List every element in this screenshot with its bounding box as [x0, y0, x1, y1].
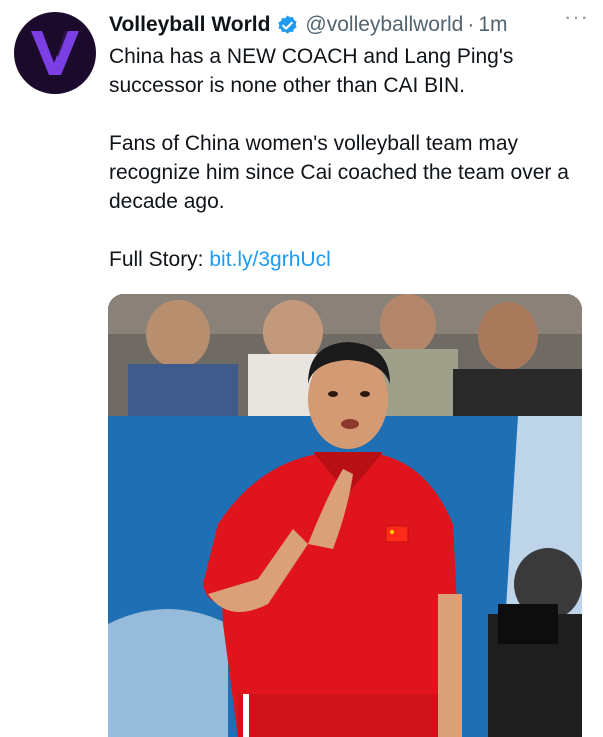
tweet-paragraph: Fans of China women's volleyball team ma…	[109, 132, 569, 213]
author-avatar[interactable]	[14, 12, 96, 94]
tweet-paragraph: China has a NEW COACH and Lang Ping's su…	[109, 45, 514, 97]
tweet-header: Volleyball World @volleyballworld · 1m	[109, 10, 594, 40]
full-story-line: Full Story: bit.ly/3grhUcl	[109, 245, 589, 274]
header-separator: ·	[467, 13, 475, 36]
author-name[interactable]: Volleyball World	[109, 13, 270, 37]
tweet-timestamp[interactable]: 1m	[478, 13, 507, 37]
verified-badge-icon	[276, 14, 299, 37]
tweet-card[interactable]: Volleyball World @volleyballworld · 1m ·…	[0, 0, 603, 737]
more-options-icon[interactable]: ···	[564, 4, 589, 30]
coach-photo-image	[108, 294, 582, 737]
full-story-label: Full Story:	[109, 248, 210, 271]
tweet-text: China has a NEW COACH and Lang Ping's su…	[109, 42, 589, 274]
volleyball-world-logo-icon	[31, 31, 79, 75]
author-handle[interactable]: @volleyballworld	[305, 13, 463, 37]
full-story-link[interactable]: bit.ly/3grhUcl	[209, 248, 330, 271]
tweet-media-photo[interactable]	[108, 294, 582, 737]
